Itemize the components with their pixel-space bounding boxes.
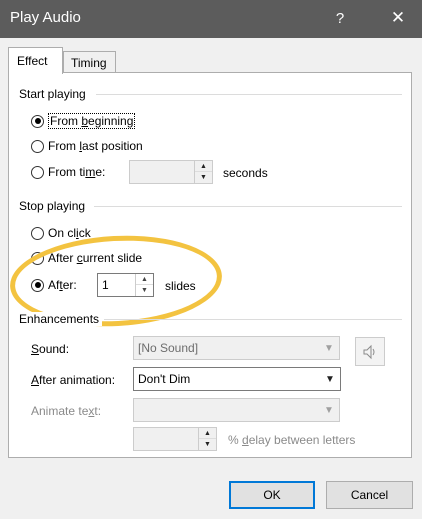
from-time-stepper[interactable]: ▲ ▼ (129, 160, 213, 184)
spin-down-icon[interactable]: ▼ (199, 439, 216, 450)
chevron-down-icon: ▼ (324, 404, 334, 416)
radio-circle[interactable] (31, 226, 44, 240)
after-slides-value: 1 (102, 278, 109, 292)
stop-playing-heading: Stop playing (19, 199, 89, 213)
sound-dropdown[interactable]: [No Sound] ▼ (133, 336, 340, 360)
radio-label-after: After: (48, 278, 77, 292)
after-animation-dropdown[interactable]: Don't Dim ▼ (133, 367, 341, 391)
radio-label-from-last-position: From last position (48, 139, 143, 153)
enhancements-divider (104, 319, 402, 320)
delay-between-letters-label: % delay between letters (228, 433, 356, 447)
cancel-button[interactable]: Cancel (326, 481, 413, 509)
radio-label-after-current-slide: After current slide (48, 251, 143, 265)
sound-preview-button[interactable] (355, 337, 385, 366)
spin-up-icon[interactable]: ▲ (136, 274, 153, 285)
stop-playing-divider (94, 206, 402, 207)
speaker-icon (363, 344, 375, 359)
start-playing-heading: Start playing (19, 87, 89, 101)
radio-from-time[interactable]: From time: (31, 164, 105, 180)
dialog-title: Play Audio (10, 9, 81, 26)
radio-circle[interactable] (31, 114, 44, 128)
spin-up-icon[interactable]: ▲ (199, 428, 216, 439)
play-audio-dialog: Play Audio ? ✕ Effect Timing Start playi… (0, 0, 422, 519)
seconds-label: seconds (223, 166, 268, 180)
close-button[interactable]: ✕ (384, 4, 412, 32)
chevron-down-icon: ▼ (324, 342, 334, 354)
radio-after-slides[interactable]: After: (31, 277, 77, 293)
radio-label-from-time: From time: (48, 165, 106, 179)
animate-text-dropdown[interactable]: ▼ (133, 398, 340, 422)
radio-from-beginning[interactable]: From beginning (31, 113, 136, 129)
spin-down-icon[interactable]: ▼ (136, 285, 153, 296)
radio-label-from-beginning: From beginning (48, 113, 136, 129)
radio-circle[interactable] (31, 251, 44, 265)
after-slides-arrows: ▲ ▼ (135, 274, 153, 296)
after-animation-value: Don't Dim (138, 372, 191, 386)
title-bar[interactable]: Play Audio ? ✕ (0, 0, 422, 38)
from-time-arrows: ▲ ▼ (194, 161, 212, 183)
start-playing-divider (96, 94, 402, 95)
radio-circle[interactable] (31, 278, 44, 292)
tab-effect[interactable]: Effect (8, 47, 63, 74)
radio-circle[interactable] (31, 165, 44, 179)
after-animation-label: After animation: (31, 373, 116, 387)
animate-text-label: Animate text: (31, 404, 102, 418)
radio-circle[interactable] (31, 139, 44, 153)
radio-after-current-slide[interactable]: After current slide (31, 250, 142, 266)
sound-value: [No Sound] (138, 341, 199, 355)
ok-button[interactable]: OK (229, 481, 315, 509)
enhancements-heading: Enhancements (19, 312, 103, 326)
sound-label: Sound: (31, 342, 70, 356)
radio-label-on-click: On click (48, 226, 91, 240)
delay-arrows: ▲ ▼ (198, 428, 216, 450)
after-slides-stepper[interactable]: 1 ▲ ▼ (97, 273, 154, 297)
help-button[interactable]: ? (326, 4, 354, 32)
slides-label: slides (165, 279, 196, 293)
tab-timing[interactable]: Timing (63, 51, 116, 73)
spin-down-icon[interactable]: ▼ (195, 172, 212, 183)
radio-on-click[interactable]: On click (31, 225, 91, 241)
spin-up-icon[interactable]: ▲ (195, 161, 212, 172)
delay-stepper[interactable]: ▲ ▼ (133, 427, 217, 451)
chevron-down-icon: ▼ (325, 373, 335, 385)
radio-from-last-position[interactable]: From last position (31, 138, 143, 154)
